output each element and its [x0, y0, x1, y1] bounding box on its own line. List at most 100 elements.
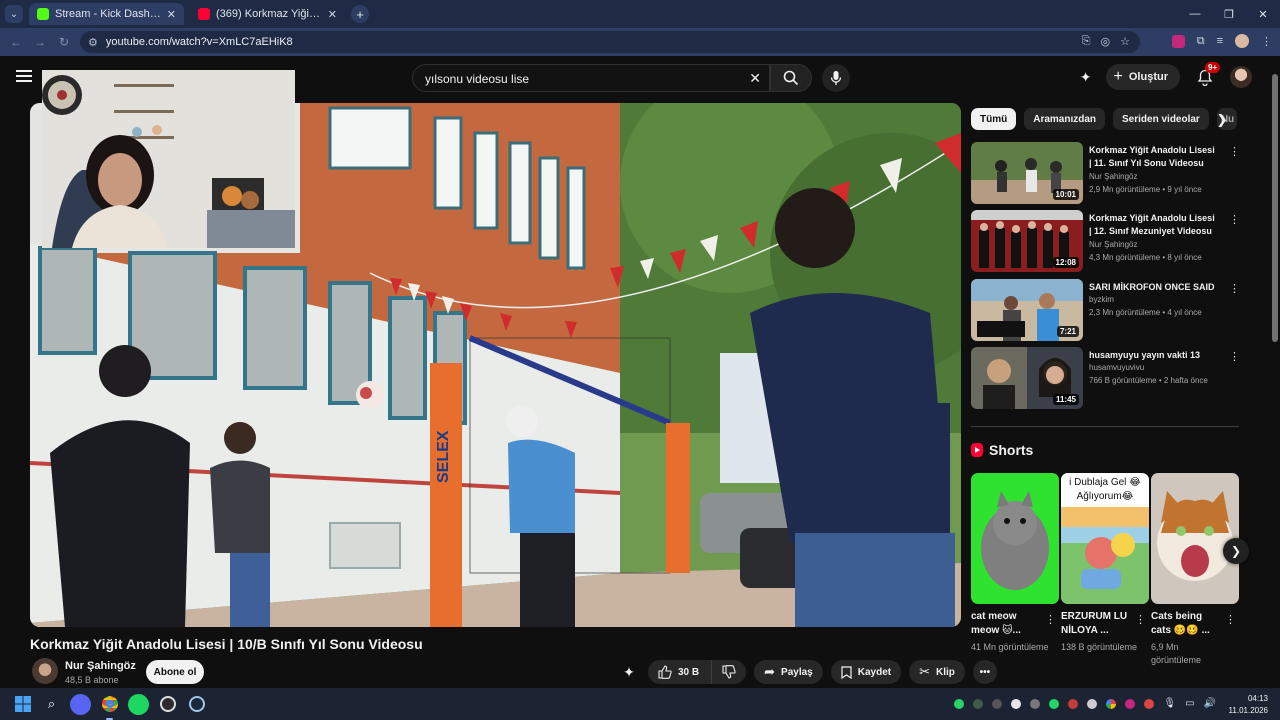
recommendation-item[interactable]: 12:08 Korkmaz Yiğit Anadolu Lisesi | 12.…	[971, 210, 1241, 272]
short-thumbnail[interactable]	[971, 473, 1059, 604]
more-options-icon[interactable]: ⋮	[1135, 613, 1146, 626]
tray-app-icon[interactable]	[1030, 698, 1041, 709]
new-tab-button[interactable]: +	[351, 5, 369, 23]
ai-sparkle-icon[interactable]: ✦	[1080, 69, 1092, 86]
share-button[interactable]: ➦ Paylaş	[754, 660, 823, 684]
more-options-icon[interactable]: ⋮	[1045, 613, 1056, 626]
video-thumbnail[interactable]: 11:45	[971, 347, 1083, 409]
tray-app-icon[interactable]	[992, 698, 1003, 709]
chip-series[interactable]: Seriden videolar	[1113, 108, 1209, 130]
more-options-icon[interactable]: ⋮	[1229, 350, 1240, 363]
video-thumbnail[interactable]: 12:08	[971, 210, 1083, 272]
maximize-button[interactable]: ❐	[1212, 0, 1246, 28]
microphone-icon[interactable]: 🎙	[1163, 698, 1176, 709]
video-thumbnail[interactable]: 10:01	[971, 142, 1083, 204]
more-options-icon[interactable]: ⋮	[1229, 213, 1240, 226]
notifications-button[interactable]: 9+	[1194, 62, 1221, 88]
voice-search-button[interactable]	[822, 64, 850, 92]
page-scrollbar[interactable]	[1270, 56, 1280, 688]
site-info-icon[interactable]: ⚙	[88, 36, 98, 49]
recommendation-item[interactable]: 7:21 SARI MİKROFON ONCE SAID byzkim 2,3 …	[971, 279, 1241, 341]
start-button[interactable]	[12, 694, 33, 715]
recommendation-channel[interactable]: Nur Şahingöz	[1089, 240, 1137, 249]
recommendation-title[interactable]: SARI MİKROFON ONCE SAID	[1089, 281, 1217, 294]
short-item[interactable]: i Dublaja Gel 😂 Ağlıyorum😂 ERZURUM LU Nİ…	[1061, 473, 1149, 652]
short-title[interactable]: cat meow meow 🐱...	[971, 610, 1043, 638]
profile-avatar[interactable]	[1235, 34, 1249, 48]
chrome-icon[interactable]	[99, 694, 120, 720]
short-thumbnail[interactable]: i Dublaja Gel 😂 Ağlıyorum😂	[1061, 473, 1149, 604]
short-thumbnail[interactable]	[1151, 473, 1239, 604]
subscribe-button[interactable]: Abone ol	[146, 660, 204, 684]
close-window-button[interactable]: ✕	[1246, 0, 1280, 28]
address-bar[interactable]: ⚙ youtube.com/watch?v=XmLC7aEHiK8 ⎘ ◎ ☆	[80, 31, 1140, 53]
recommendation-channel[interactable]: byzkim	[1089, 295, 1114, 304]
volume-icon[interactable]: 🔊	[1204, 698, 1216, 709]
ask-ai-button[interactable]: ✦	[618, 660, 640, 684]
chevron-right-icon[interactable]: ❯	[1212, 110, 1232, 130]
short-title[interactable]: ERZURUM LU NİLOYA ...	[1061, 610, 1133, 638]
minimize-button[interactable]: —	[1178, 0, 1212, 28]
browser-menu-icon[interactable]: ⋮	[1261, 35, 1272, 48]
chip-all[interactable]: Tümü	[971, 108, 1017, 130]
obs-icon[interactable]	[157, 694, 178, 715]
tray-app-icon[interactable]	[1106, 698, 1117, 709]
mic-tray-icon[interactable]	[1068, 698, 1079, 709]
recommendation-title[interactable]: Korkmaz Yiğit Anadolu Lisesi | 11. Sınıf…	[1089, 144, 1217, 170]
tray-app-icon[interactable]	[1011, 698, 1022, 709]
shorts-next-button[interactable]: ❯	[1223, 538, 1249, 564]
taskbar-clock[interactable]: 04:13 11.01.2026	[1229, 693, 1268, 717]
more-options-icon[interactable]: ⋮	[1229, 145, 1240, 158]
clear-search-icon[interactable]: ✕	[749, 70, 761, 87]
menu-icon[interactable]	[16, 70, 32, 82]
channel-avatar[interactable]	[32, 658, 58, 684]
save-button[interactable]: Kaydet	[830, 660, 902, 684]
reload-icon[interactable]: ↻	[52, 35, 76, 49]
spotify-tray-icon[interactable]	[1049, 698, 1060, 709]
display-icon[interactable]: ▭	[1185, 698, 1194, 709]
dislike-button[interactable]	[711, 660, 747, 684]
more-options-icon[interactable]: ⋮	[1229, 282, 1240, 295]
more-options-icon[interactable]: ⋮	[1225, 613, 1236, 626]
search-input[interactable]: yılsonu videosu lise ✕	[412, 64, 770, 92]
recommendation-title[interactable]: husamyuyu yayın vakti 13	[1089, 349, 1217, 362]
steam-icon[interactable]	[186, 694, 207, 715]
close-tab-icon[interactable]: ✕	[167, 8, 176, 21]
reading-list-icon[interactable]: ≡	[1217, 35, 1223, 47]
recommendation-channel[interactable]: Nur Şahingöz	[1089, 172, 1137, 181]
extension-icon[interactable]	[1171, 34, 1185, 48]
search-button[interactable]	[770, 64, 812, 92]
more-actions-button[interactable]: •••	[972, 660, 997, 684]
tray-app-icon[interactable]	[1125, 698, 1136, 709]
taskbar-search[interactable]: ⌕	[41, 694, 62, 715]
whatsapp-icon[interactable]	[954, 698, 965, 709]
tracking-off-icon[interactable]: ◎	[1101, 35, 1111, 48]
tray-app-icon[interactable]	[973, 698, 984, 709]
video-thumbnail[interactable]: 7:21	[971, 279, 1083, 341]
extensions-puzzle-icon[interactable]: ⧉	[1197, 35, 1205, 48]
channel-name[interactable]: Nur Şahingöz	[65, 660, 136, 672]
close-tab-icon[interactable]: ✕	[328, 8, 337, 21]
tray-app-icon[interactable]	[1144, 698, 1155, 709]
bookmark-star-icon[interactable]: ☆	[1120, 35, 1130, 48]
tab-youtube-video[interactable]: (369) Korkmaz Yiğit Anadolu Li ✕	[190, 3, 345, 25]
like-button[interactable]: 30 B	[648, 660, 712, 684]
short-title[interactable]: Cats being cats 🥴🥴 ...	[1151, 610, 1223, 638]
chip-from-search[interactable]: Aramanızdan	[1024, 108, 1106, 130]
create-button[interactable]: + Oluştur	[1105, 64, 1180, 90]
tab-kick-dashboard[interactable]: Stream - Kick Dashboard ✕	[29, 3, 184, 25]
clip-button[interactable]: ✂ Klip	[909, 660, 965, 684]
recommendation-title[interactable]: Korkmaz Yiğit Anadolu Lisesi | 12. Sınıf…	[1089, 212, 1217, 238]
tab-search-button[interactable]: ⌄	[5, 5, 23, 23]
recommendation-item[interactable]: 11:45 husamyuyu yayın vakti 13 husamvuyu…	[971, 347, 1241, 409]
recommendation-item[interactable]: 10:01 Korkmaz Yiğit Anadolu Lisesi | 11.…	[971, 142, 1241, 204]
forward-icon[interactable]: →	[28, 35, 52, 49]
back-icon[interactable]: ←	[4, 35, 28, 49]
recommendation-channel[interactable]: husamvuyuvivu	[1089, 363, 1144, 372]
spotify-icon[interactable]	[128, 693, 149, 715]
short-item[interactable]: cat meow meow 🐱... 41 Mn görüntüleme ⋮	[971, 473, 1059, 652]
tray-app-icon[interactable]	[1087, 698, 1098, 709]
scrollbar-thumb[interactable]	[1272, 74, 1278, 342]
discord-icon[interactable]	[70, 693, 91, 715]
install-app-icon[interactable]: ⎘	[1082, 35, 1091, 48]
